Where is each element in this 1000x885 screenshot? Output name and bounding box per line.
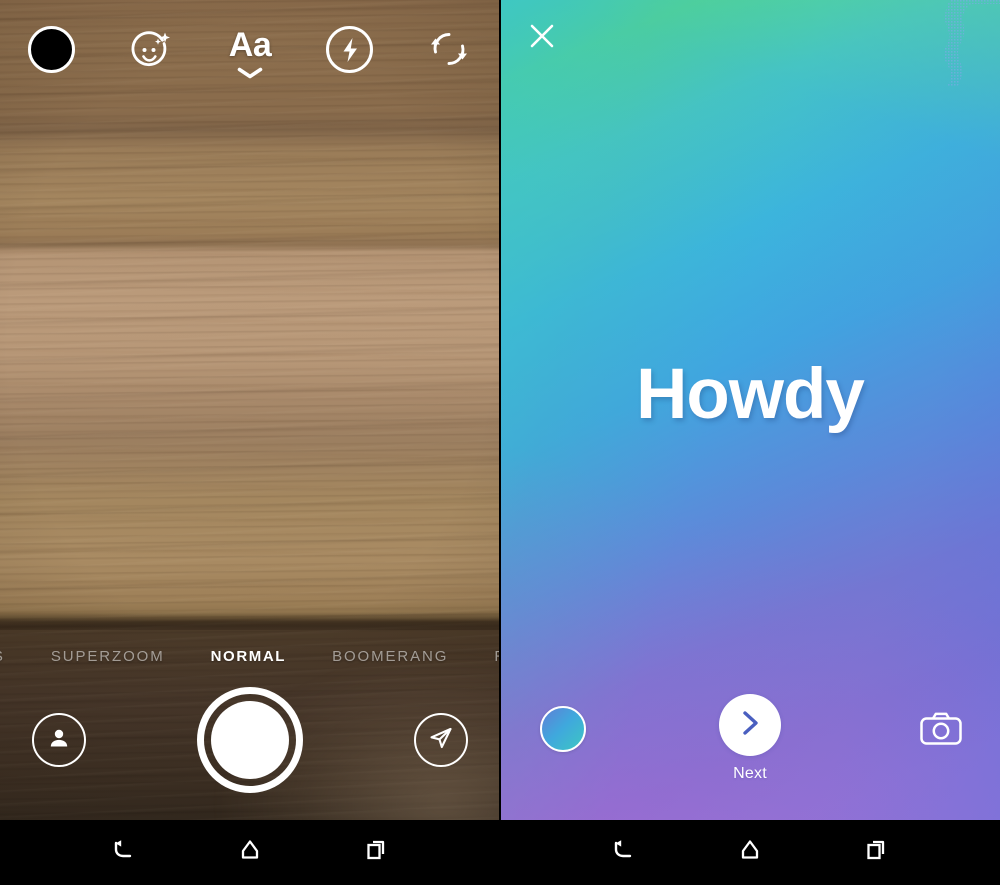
next-button-label: Next [733,765,767,782]
flash-icon [326,26,373,73]
back-icon [607,834,639,871]
dual-phone-screenshot: Aa SUPERZOOM NORMAL BOOMERANG Howdy Next [0,0,1000,885]
back-button[interactable] [99,829,147,877]
face-sparkle-icon [126,26,176,81]
chevron-right-icon [737,708,763,743]
mode-item-boomerang[interactable]: BOOMERANG [309,648,471,665]
color-picker-icon[interactable] [540,706,586,752]
mode-item-superzoom[interactable]: SUPERZOOM [28,648,188,665]
phone-divider [499,0,501,820]
dither-noise-artifact [943,0,1000,87]
camera-mode-strip[interactable]: ES SUPERZOOM NORMAL BOOMERANG RE [0,640,500,672]
chevron-down-icon [237,66,263,79]
recents-button[interactable] [853,829,901,877]
next-button-circle [719,694,781,756]
back-icon [107,834,139,871]
recents-icon [861,834,893,871]
camera-icon [918,712,964,754]
filled-circle-icon [27,26,75,73]
switch-to-camera-button[interactable] [918,708,964,750]
send-icon [428,725,454,756]
close-story-button[interactable] [522,18,562,58]
flash-button[interactable] [321,26,379,88]
close-icon [527,21,557,56]
person-icon [46,725,72,756]
text-mode-button[interactable]: Aa [221,26,279,88]
mode-item-stories[interactable]: ES [0,648,28,665]
mask-color-button[interactable] [22,26,80,88]
android-navbar-left [0,820,500,885]
type-story-bottom-bar: Next [500,690,1000,800]
home-button[interactable] [726,829,774,877]
next-button[interactable]: Next [719,694,781,783]
mode-item-normal[interactable]: NORMAL [188,648,309,665]
mode-item-rewind[interactable]: RE [471,648,500,665]
recents-icon [361,834,393,871]
text-format-icon: Aa [228,26,272,64]
type-story-canvas[interactable]: Howdy Next [500,0,1000,820]
shutter-button[interactable] [197,687,303,793]
left-phone-camera: Aa SUPERZOOM NORMAL BOOMERANG [0,0,500,885]
home-button[interactable] [226,829,274,877]
recents-button[interactable] [353,829,401,877]
flip-camera-button[interactable] [420,26,478,88]
android-navbar-right [500,820,1000,885]
camera-viewfinder[interactable]: Aa SUPERZOOM NORMAL BOOMERANG [0,0,500,820]
face-effects-button[interactable] [122,26,180,88]
shutter-inner [211,701,289,779]
right-phone-type-story: Howdy Next [500,0,1000,885]
camera-top-toolbar: Aa [0,0,500,100]
home-icon [234,834,266,871]
home-icon [734,834,766,871]
back-button[interactable] [599,829,647,877]
gallery-person-button[interactable] [32,713,86,767]
camera-bottom-controls [0,687,500,793]
send-direct-button[interactable] [414,713,468,767]
camera-flip-icon [424,26,474,77]
